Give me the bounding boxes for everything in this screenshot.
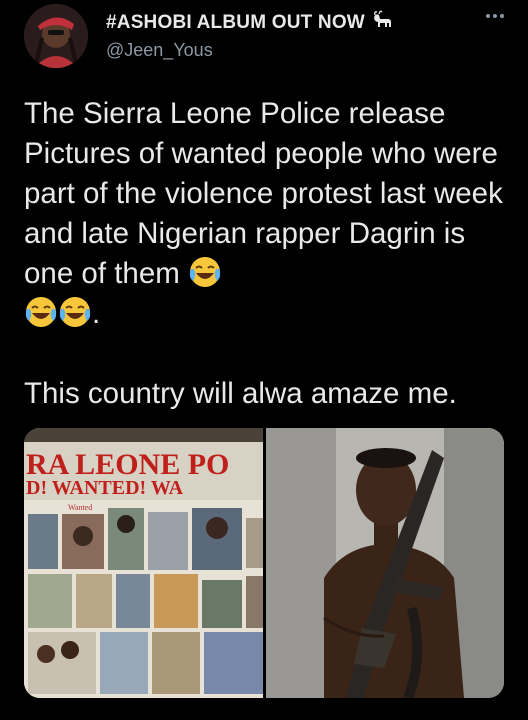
laughing-crying-emoji-icon	[24, 295, 58, 329]
poster-subheadline: D! WANTED! WA	[26, 477, 184, 499]
avatar[interactable]	[24, 4, 88, 68]
more-options-icon[interactable]	[486, 14, 504, 18]
laughing-crying-emoji-icon	[188, 255, 222, 289]
tweet-media[interactable]: RA LEONE PO D! WANTED! WA Wanted	[24, 428, 504, 698]
laughing-crying-emoji-icon	[58, 295, 92, 329]
tweet-paragraph-1-text: The Sierra Leone Police release Pictures…	[24, 97, 503, 290]
tweet-paragraph-1: The Sierra Leone Police release Pictures…	[24, 94, 508, 334]
tweet-paragraph-1-tail: .	[92, 297, 101, 330]
tweet-text: The Sierra Leone Police release Pictures…	[24, 94, 508, 414]
tweet-header: #ASHOBI ALBUM OUT NOW @Jeen_Yous	[0, 0, 528, 80]
user-handle[interactable]: @Jeen_Yous	[106, 40, 213, 61]
goat-icon	[371, 10, 393, 35]
poster-small-label: Wanted	[68, 503, 92, 512]
display-name[interactable]: #ASHOBI ALBUM OUT NOW	[106, 12, 365, 34]
media-divider	[263, 428, 266, 698]
tweet-paragraph-2: This country will alwa amaze me.	[24, 377, 457, 410]
